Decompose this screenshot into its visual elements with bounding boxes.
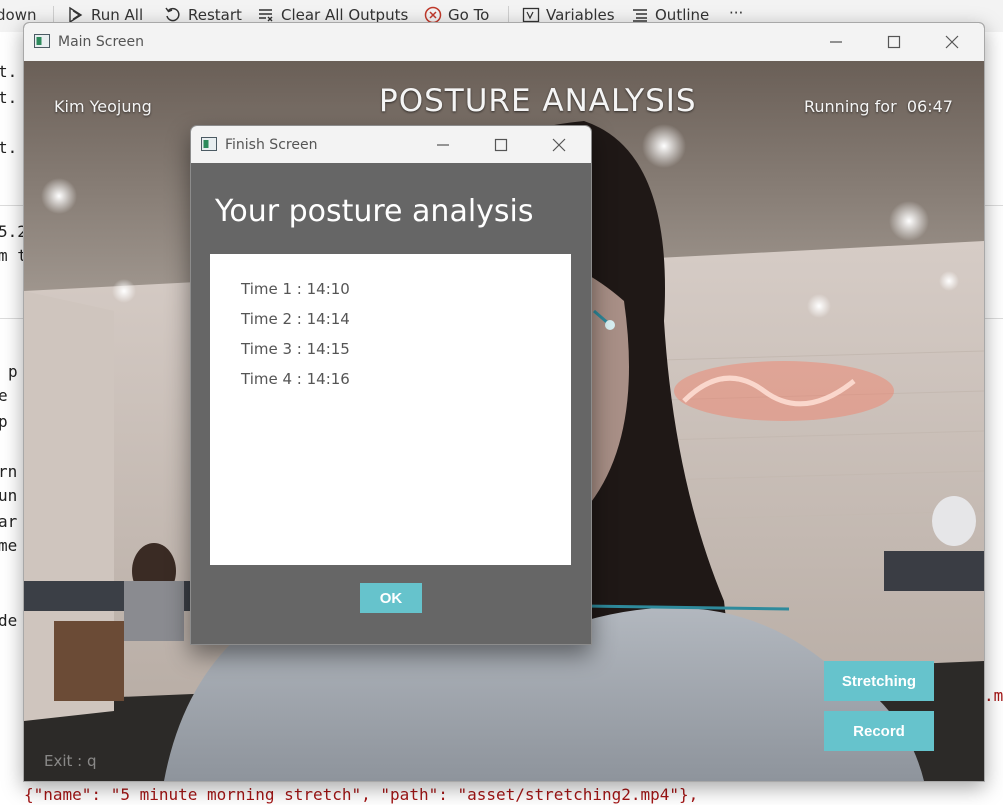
close-button[interactable] — [930, 28, 974, 56]
time-label: Time 4 — [241, 370, 293, 388]
time-value: 14:14 — [306, 310, 350, 328]
maximize-button[interactable] — [872, 28, 916, 56]
posture-analysis-heading: Your posture analysis — [215, 194, 534, 229]
list-item: Time 3 : 14:15 — [241, 340, 350, 358]
code-fragment: de — [0, 611, 18, 630]
finish-window-titlebar[interactable]: Finish Screen — [191, 126, 591, 163]
posture-times-list: Time 1 : 14:10 Time 2 : 14:14 Time 3 : 1… — [210, 254, 571, 565]
app-window-icon — [201, 137, 217, 151]
code-line: {"name": "5 minute morning stretch", "pa… — [24, 785, 698, 804]
code-fragment: t. — [0, 62, 18, 81]
maximize-button[interactable] — [479, 131, 523, 159]
minimize-button[interactable] — [814, 28, 858, 56]
code-fragment: un — [0, 486, 18, 505]
code-string: .mp — [984, 686, 1003, 705]
stretching-button[interactable]: Stretching — [824, 661, 934, 701]
more-icon: ··· — [729, 4, 744, 22]
exit-hint: Exit : q — [44, 752, 97, 770]
user-name: Kim Yeojung — [54, 97, 152, 116]
close-icon — [552, 138, 566, 152]
code-fragment: me — [0, 536, 18, 555]
record-button[interactable]: Record — [824, 711, 934, 751]
code-fragment: p — [8, 362, 18, 381]
ok-button[interactable]: OK — [360, 583, 422, 613]
time-value: 14:10 — [306, 280, 350, 298]
list-item: Time 1 : 14:10 — [241, 280, 350, 298]
code-fragment: t. — [0, 88, 18, 107]
code-string: {"name": "5 minute morning stretch", "pa… — [24, 785, 699, 804]
code-fragment: t. — [0, 138, 18, 157]
list-item: Time 2 : 14:14 — [241, 310, 350, 328]
maximize-icon — [494, 138, 508, 152]
time-label: Time 2 — [241, 310, 293, 328]
time-label: Time 1 — [241, 280, 293, 298]
finish-screen-window: Finish Screen Your posture analysis Time… — [190, 125, 592, 645]
list-item: Time 4 : 14:16 — [241, 370, 350, 388]
time-value: 14:16 — [306, 370, 350, 388]
more-actions-button[interactable]: ··· — [729, 4, 743, 22]
close-button[interactable] — [537, 131, 581, 159]
posture-analysis-title: POSTURE ANALYSIS — [379, 83, 697, 119]
code-fragment: rn — [0, 462, 18, 481]
maximize-icon — [887, 35, 901, 49]
app-window-icon — [34, 34, 50, 48]
running-timer: Running for 06:47 — [804, 97, 953, 116]
close-icon — [945, 35, 959, 49]
code-fragment: e — [0, 386, 8, 405]
code-fragment: p — [0, 412, 8, 431]
code-fragment: ar — [0, 512, 18, 531]
time-label: Time 3 — [241, 340, 293, 358]
finish-window-title: Finish Screen — [225, 137, 318, 153]
code-fragment: .mp — [984, 686, 1003, 705]
running-time: 06:47 — [906, 97, 953, 116]
minimize-icon — [437, 144, 449, 146]
minimize-button[interactable] — [421, 131, 465, 159]
main-window-titlebar[interactable]: Main Screen — [24, 23, 984, 61]
main-window-title: Main Screen — [58, 34, 145, 50]
time-value: 14:15 — [306, 340, 350, 358]
running-label: Running for — [804, 97, 897, 116]
minimize-icon — [830, 41, 842, 43]
